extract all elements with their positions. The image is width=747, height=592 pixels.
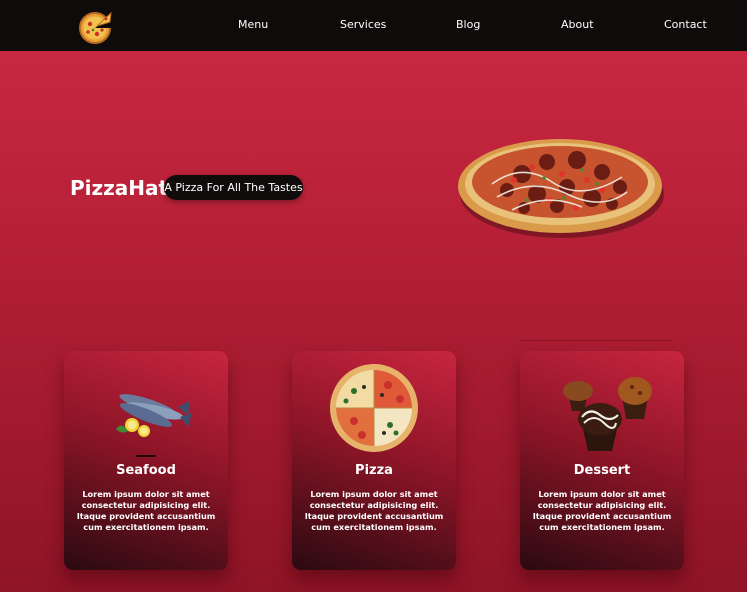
card-title: Dessert — [573, 463, 631, 478]
brand-title: PizzaHat — [70, 176, 169, 200]
card-title: Seafood — [116, 463, 176, 478]
card-description: Lorem ipsum dolor sit amet consectetur a… — [532, 489, 672, 532]
pizza-image — [458, 139, 664, 238]
nav-link-about[interactable]: About — [561, 18, 594, 31]
card-description: Lorem ipsum dolor sit amet consectetur a… — [304, 489, 444, 532]
nav-link-blog[interactable]: Blog — [456, 18, 480, 31]
nav-link-services[interactable]: Services — [340, 18, 386, 31]
nav-link-menu[interactable]: Menu — [238, 18, 268, 31]
navbar: Menu Services Blog About Contact — [0, 0, 747, 51]
card-seafood[interactable]: Seafood Lorem ipsum dolor sit amet conse… — [64, 351, 228, 570]
card-title: Pizza — [355, 463, 393, 478]
cupcakes-image — [563, 377, 652, 451]
card-description: Lorem ipsum dolor sit amet consectetur a… — [76, 489, 216, 532]
nav-link-contact[interactable]: Contact — [664, 18, 707, 31]
pizza-image — [330, 364, 418, 452]
fish-image — [116, 394, 192, 437]
divider-line — [520, 340, 672, 341]
card-dessert[interactable]: Dessert Lorem ipsum dolor sit amet conse… — [520, 351, 684, 570]
card-title-mark — [136, 455, 156, 457]
tagline-badge: A Pizza For All The Tastes — [164, 175, 303, 200]
pizza-slice-logo-icon[interactable] — [77, 10, 113, 46]
card-pizza[interactable]: Pizza Lorem ipsum dolor sit amet consect… — [292, 351, 456, 570]
